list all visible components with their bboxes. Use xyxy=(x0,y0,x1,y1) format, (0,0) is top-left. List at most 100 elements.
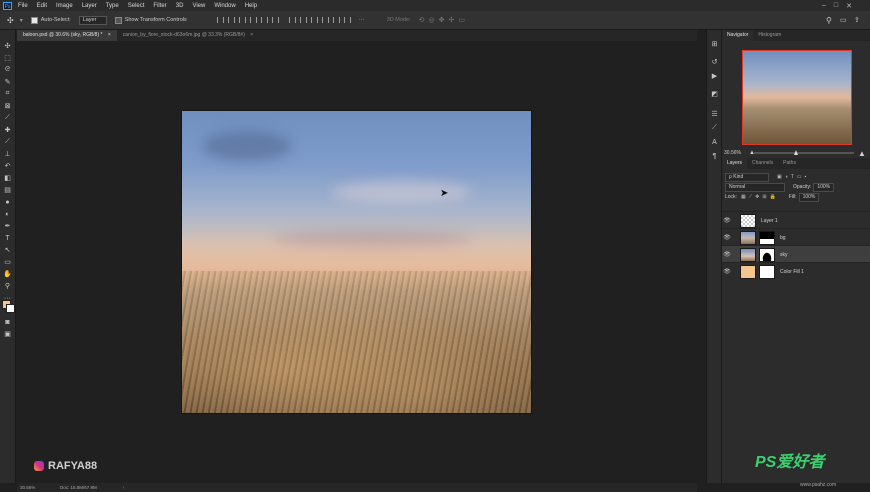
maximize-button[interactable]: □ xyxy=(834,2,838,9)
menu-view[interactable]: View xyxy=(192,3,205,9)
layer-filter-dropdown[interactable]: ρ Kind xyxy=(725,172,769,182)
menu-filter[interactable]: Filter xyxy=(153,3,166,9)
brush-settings-icon[interactable]: ⟋ xyxy=(710,124,719,132)
status-menu-icon[interactable]: › xyxy=(123,483,125,492)
share-icon[interactable]: ⇪ xyxy=(854,16,860,24)
menu-window[interactable]: Window xyxy=(214,3,235,9)
3d-orbit-icon[interactable]: ⟲ xyxy=(419,16,425,24)
blend-mode-dropdown[interactable]: Normal xyxy=(725,182,785,192)
filter-type-icons[interactable]: ▣◑T▭▪ xyxy=(777,174,809,180)
align-hcenter-icon[interactable] xyxy=(260,17,268,23)
menu-3d[interactable]: 3D xyxy=(176,3,184,9)
hand-tool-icon[interactable]: ✋ xyxy=(3,270,12,278)
layer-mask-thumbnail[interactable] xyxy=(759,230,775,245)
character-icon[interactable]: A xyxy=(710,138,719,146)
history-icon[interactable]: ↺ xyxy=(710,58,719,66)
actions-icon[interactable]: ▶ xyxy=(710,72,719,80)
shape-tool-icon[interactable]: ▭ xyxy=(3,258,12,266)
3d-roll-icon[interactable]: ◎ xyxy=(428,16,434,24)
screen-mode-icon[interactable]: ▣ xyxy=(3,330,12,338)
move-tool-icon[interactable]: ✣ xyxy=(3,42,12,50)
distribute-vcenter-icon[interactable] xyxy=(299,17,307,23)
eye-icon[interactable]: 👁 xyxy=(722,217,732,224)
properties-icon[interactable]: ☰ xyxy=(710,110,719,118)
move-tool-icon[interactable]: ✣ xyxy=(7,16,14,25)
menu-select[interactable]: Select xyxy=(128,3,145,9)
align-vcenter-icon[interactable] xyxy=(227,17,235,23)
close-window-button[interactable]: ✕ xyxy=(846,2,852,10)
fill-field[interactable]: 100% xyxy=(798,192,820,202)
frame-tool-icon[interactable]: ⊠ xyxy=(3,102,12,110)
quick-mask-icon[interactable]: ◙ xyxy=(3,318,12,326)
layer-name[interactable]: Color Fill 1 xyxy=(780,269,804,275)
distribute-top-icon[interactable] xyxy=(288,17,296,23)
navigator-preview[interactable] xyxy=(742,50,852,145)
marquee-tool-icon[interactable]: ⬚ xyxy=(3,54,12,62)
zoom-slider-track[interactable] xyxy=(754,152,854,154)
3d-slide-icon[interactable]: ✢ xyxy=(448,16,454,24)
menu-edit[interactable]: Edit xyxy=(37,3,47,9)
tab-layers[interactable]: Layers xyxy=(722,158,748,169)
layer-name[interactable]: sky xyxy=(780,252,788,258)
layer-mask-thumbnail[interactable] xyxy=(759,247,775,262)
menu-file[interactable]: File xyxy=(18,3,28,9)
status-zoom[interactable]: 30.56% xyxy=(20,483,48,492)
layer-row[interactable]: 👁 bg xyxy=(722,228,870,246)
blur-tool-icon[interactable]: ● xyxy=(3,198,12,206)
align-left-icon[interactable] xyxy=(249,17,257,23)
menu-type[interactable]: Type xyxy=(106,3,119,9)
auto-select-checkbox[interactable] xyxy=(30,16,38,24)
distribute-right-icon[interactable] xyxy=(343,17,351,23)
document-canvas[interactable] xyxy=(182,111,531,413)
background-color-swatch[interactable] xyxy=(6,304,15,313)
paragraph-icon[interactable]: ¶ xyxy=(710,152,719,160)
layer-name[interactable]: Layer 1 xyxy=(761,218,778,224)
align-bottom-icon[interactable] xyxy=(238,17,246,23)
align-right-icon[interactable] xyxy=(271,17,279,23)
quick-select-tool-icon[interactable]: ✎ xyxy=(3,78,12,86)
tab-channels[interactable]: Channels xyxy=(747,158,778,169)
pen-tool-icon[interactable]: ✒ xyxy=(3,222,12,230)
layer-row[interactable]: 👁 Color Fill 1 xyxy=(722,262,870,280)
lock-icons[interactable]: ▦⟋✥⊞🔒 xyxy=(741,194,779,200)
search-icon[interactable]: ⚲ xyxy=(826,16,832,25)
menu-image[interactable]: Image xyxy=(56,3,73,9)
auto-select-dropdown[interactable]: Layer xyxy=(78,15,107,25)
tab-baloon[interactable]: baloon.psd @ 30.6% (sky, RGB/8) * × xyxy=(17,30,117,41)
tab-canion[interactable]: canion_by_fiore_stock-d63o6m.jpg @ 33.3%… xyxy=(117,30,259,41)
distribute-bottom-icon[interactable] xyxy=(310,17,318,23)
libraries-icon[interactable]: ⊞ xyxy=(710,40,719,48)
layer-row[interactable]: 👁 sky xyxy=(722,245,870,263)
clone-stamp-icon[interactable]: ⊥ xyxy=(3,150,12,158)
lasso-tool-icon[interactable]: ᘓ xyxy=(3,66,12,74)
crop-tool-icon[interactable]: ⌗ xyxy=(3,90,12,98)
minimize-button[interactable]: – xyxy=(822,2,826,9)
layer-name[interactable]: bg xyxy=(780,235,786,241)
chevron-down-icon[interactable]: ▾ xyxy=(20,17,23,24)
distribute-hcenter-icon[interactable] xyxy=(332,17,340,23)
eye-icon[interactable]: 👁 xyxy=(722,234,732,241)
layer-mask-thumbnail[interactable] xyxy=(759,264,775,279)
3d-pan-icon[interactable]: ✥ xyxy=(439,16,445,24)
adjustments-icon[interactable]: ◩ xyxy=(710,90,719,98)
brush-tool-icon[interactable]: ⟋ xyxy=(3,138,12,146)
close-icon[interactable]: × xyxy=(250,32,253,38)
navigator-view-frame[interactable] xyxy=(742,50,852,145)
eyedropper-tool-icon[interactable]: ⟋ xyxy=(3,114,12,122)
layer-row[interactable]: 👁 Layer 1 xyxy=(722,211,870,229)
distribute-left-icon[interactable] xyxy=(321,17,329,23)
menu-help[interactable]: Help xyxy=(245,3,257,9)
eye-icon[interactable]: 👁 xyxy=(722,251,732,258)
menu-layer[interactable]: Layer xyxy=(82,3,97,9)
type-tool-icon[interactable]: T xyxy=(3,234,12,242)
eraser-tool-icon[interactable]: ◧ xyxy=(3,174,12,182)
zoom-tool-icon[interactable]: ⚲ xyxy=(3,282,12,290)
align-top-icon[interactable] xyxy=(216,17,224,23)
tab-navigator[interactable]: Navigator xyxy=(722,30,754,41)
path-select-icon[interactable]: ↖ xyxy=(3,246,12,254)
navigator-zoom-value[interactable]: 30.56% xyxy=(724,150,741,156)
close-icon[interactable]: × xyxy=(108,32,111,38)
history-brush-icon[interactable]: ↶ xyxy=(3,162,12,170)
gradient-tool-icon[interactable]: ▤ xyxy=(3,186,12,194)
workspace-icon[interactable]: ▭ xyxy=(840,16,847,24)
